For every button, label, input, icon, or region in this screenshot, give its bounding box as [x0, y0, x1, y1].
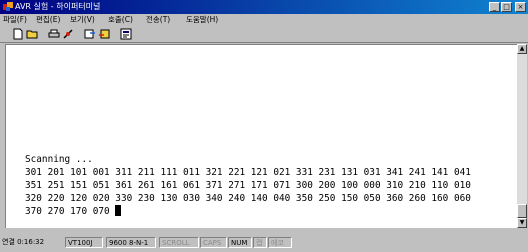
terminal-screen[interactable]: Scanning ... 301 201 101 001 311 211 111 … — [5, 44, 517, 228]
terminal-line: 351 251 151 051 361 261 161 061 371 271 … — [25, 180, 471, 192]
terminal-line: 370 270 170 070 — [25, 206, 116, 218]
open-icon[interactable] — [26, 28, 38, 40]
status-emulation: VT100J — [65, 237, 103, 248]
maximize-button[interactable]: □ — [501, 2, 512, 12]
terminal-output: Scanning ... 301 201 101 001 311 211 111 … — [25, 153, 471, 218]
terminal-line: 301 201 101 001 311 211 111 011 321 221 … — [25, 167, 471, 179]
menu-edit[interactable]: 편집(E) — [36, 14, 60, 26]
window-title: AVR 실험 - 하이퍼터미널 — [15, 2, 101, 11]
receive-icon[interactable] — [98, 28, 110, 40]
menu-call[interactable]: 호출(C) — [108, 14, 133, 26]
status-capture: 캡 — [253, 237, 267, 248]
vertical-scrollbar[interactable]: ▲ ▼ — [517, 44, 527, 228]
status-port-settings: 9600 8-N-1 — [106, 237, 156, 248]
status-scroll: SCROLL — [159, 237, 199, 248]
minimize-button[interactable]: _ — [489, 2, 500, 12]
hyperterminal-window: AVR 실험 - 하이퍼터미널 _ □ × 파일(F) 편집(E) 보기(V) … — [0, 0, 528, 252]
status-num: NUM — [228, 237, 252, 248]
status-bar: 연결 0:16:32 VT100J 9600 8-N-1 SCROLL CAPS… — [0, 234, 528, 252]
properties-icon[interactable] — [120, 28, 132, 40]
scroll-down-button[interactable]: ▼ — [517, 218, 527, 228]
status-caps: CAPS — [200, 237, 227, 248]
close-button[interactable]: × — [515, 2, 526, 12]
print-icon[interactable] — [48, 28, 60, 40]
toolbar — [0, 27, 528, 43]
menu-view[interactable]: 보기(V) — [70, 14, 95, 26]
scroll-up-button[interactable]: ▲ — [517, 44, 527, 54]
menu-transfer[interactable]: 전송(T) — [146, 14, 170, 26]
status-echo: 에코 — [268, 237, 292, 248]
terminal-line: 320 220 120 020 330 230 130 030 340 240 … — [25, 193, 471, 205]
status-connected-time: 연결 0:16:32 — [2, 238, 45, 246]
menu-bar: 파일(F) 편집(E) 보기(V) 호출(C) 전송(T) 도움말(H) — [0, 14, 528, 26]
new-icon[interactable] — [12, 28, 24, 40]
title-bar[interactable]: AVR 실험 - 하이퍼터미널 _ □ × — [0, 0, 528, 14]
disconnect-icon[interactable] — [62, 28, 74, 40]
menu-help[interactable]: 도움말(H) — [186, 14, 218, 26]
send-icon[interactable] — [84, 28, 96, 40]
terminal-line: Scanning ... — [25, 154, 93, 165]
app-icon — [3, 2, 13, 11]
scroll-thumb[interactable] — [517, 204, 527, 218]
text-cursor — [115, 205, 122, 217]
menu-file[interactable]: 파일(F) — [3, 14, 27, 26]
